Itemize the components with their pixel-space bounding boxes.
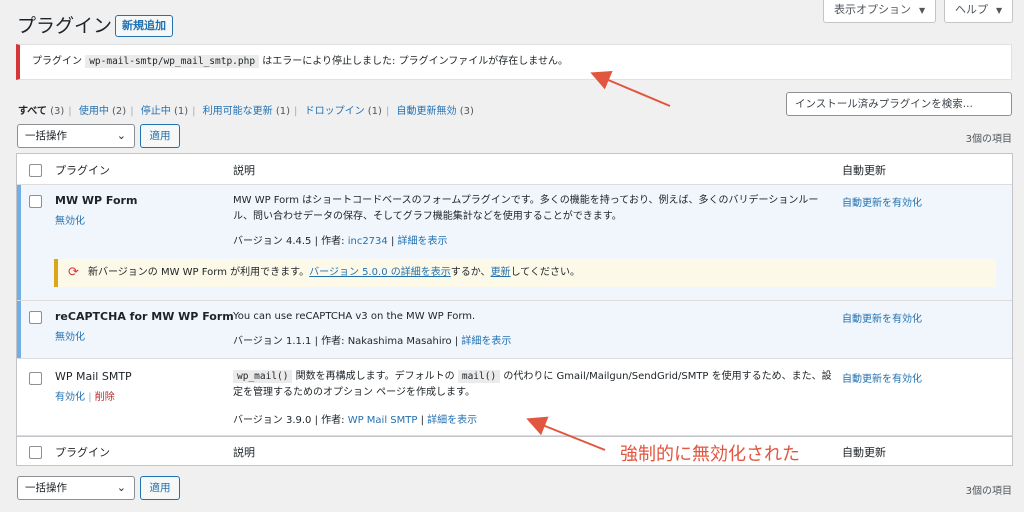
annotation-arrow-notice (590, 70, 671, 107)
annotation-arrows (526, 70, 671, 451)
annotation-arrow-plugin (526, 416, 606, 451)
annotation-text: 強制的に無効化された (620, 444, 800, 465)
